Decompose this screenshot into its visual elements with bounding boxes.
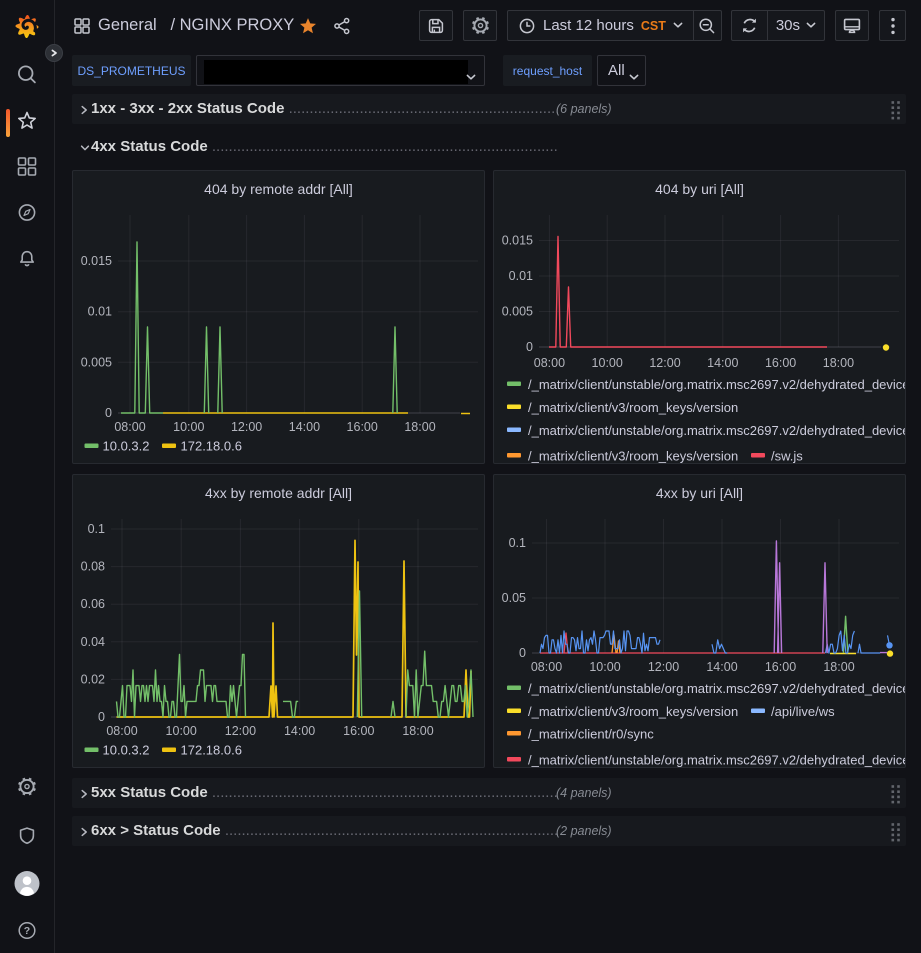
svg-text:08:00: 08:00 bbox=[114, 420, 145, 434]
svg-text:0.01: 0.01 bbox=[509, 269, 533, 283]
svg-text:16:00: 16:00 bbox=[765, 660, 796, 674]
svg-text:0.04: 0.04 bbox=[81, 635, 105, 649]
svg-text:/api/live/ws: /api/live/ws bbox=[771, 704, 835, 719]
svg-text:14:00: 14:00 bbox=[706, 660, 737, 674]
svg-text:08:00: 08:00 bbox=[106, 724, 137, 738]
svg-text:/_matrix/client/unstable/org.m: /_matrix/client/unstable/org.matrix.msc2… bbox=[528, 423, 906, 438]
svg-text:0.02: 0.02 bbox=[81, 672, 105, 686]
svg-text:10:00: 10:00 bbox=[166, 724, 197, 738]
svg-text:10.0.3.2: 10.0.3.2 bbox=[103, 743, 150, 758]
svg-text:0.005: 0.005 bbox=[81, 355, 112, 369]
svg-text:0.005: 0.005 bbox=[502, 305, 533, 319]
svg-text:172.18.0.6: 172.18.0.6 bbox=[181, 439, 242, 454]
svg-text:/_matrix/client/unstable/org.m: /_matrix/client/unstable/org.matrix.msc2… bbox=[528, 681, 906, 696]
svg-text:/_matrix/client/v3/room_keys/v: /_matrix/client/v3/room_keys/version bbox=[528, 400, 738, 415]
svg-text:/_matrix/client/r0/sync: /_matrix/client/r0/sync bbox=[528, 727, 654, 742]
svg-text:10:00: 10:00 bbox=[589, 660, 620, 674]
svg-text:0: 0 bbox=[526, 340, 533, 354]
svg-text:12:00: 12:00 bbox=[648, 660, 679, 674]
svg-text:0.015: 0.015 bbox=[502, 234, 533, 248]
svg-text:14:00: 14:00 bbox=[289, 420, 320, 434]
svg-text:10:00: 10:00 bbox=[173, 420, 204, 434]
svg-text:0.1: 0.1 bbox=[509, 536, 526, 550]
svg-text:/_matrix/client/unstable/org.m: /_matrix/client/unstable/org.matrix.msc2… bbox=[528, 753, 906, 768]
svg-text:18:00: 18:00 bbox=[404, 420, 435, 434]
svg-text:16:00: 16:00 bbox=[765, 356, 796, 370]
svg-text:18:00: 18:00 bbox=[823, 356, 854, 370]
svg-text:10:00: 10:00 bbox=[592, 356, 623, 370]
svg-text:0.1: 0.1 bbox=[88, 522, 105, 536]
svg-text:10.0.3.2: 10.0.3.2 bbox=[103, 439, 150, 454]
svg-text:16:00: 16:00 bbox=[343, 724, 374, 738]
svg-text:0.06: 0.06 bbox=[81, 597, 105, 611]
svg-text:12:00: 12:00 bbox=[649, 356, 680, 370]
svg-text:/_matrix/client/v3/room_keys/v: /_matrix/client/v3/room_keys/version bbox=[528, 704, 738, 719]
svg-text:12:00: 12:00 bbox=[225, 724, 256, 738]
svg-text:18:00: 18:00 bbox=[402, 724, 433, 738]
svg-text:14:00: 14:00 bbox=[284, 724, 315, 738]
svg-text:14:00: 14:00 bbox=[707, 356, 738, 370]
svg-text:0: 0 bbox=[98, 710, 105, 724]
svg-text:16:00: 16:00 bbox=[347, 420, 378, 434]
svg-text:0.08: 0.08 bbox=[81, 560, 105, 574]
svg-text:/sw.js: /sw.js bbox=[771, 449, 803, 464]
svg-text:0.05: 0.05 bbox=[502, 591, 526, 605]
svg-text:/_matrix/client/unstable/org.m: /_matrix/client/unstable/org.matrix.msc2… bbox=[528, 377, 906, 392]
svg-text:0: 0 bbox=[519, 646, 526, 660]
svg-text:172.18.0.6: 172.18.0.6 bbox=[181, 743, 242, 758]
svg-text:/_matrix/client/v3/room_keys/v: /_matrix/client/v3/room_keys/version bbox=[528, 449, 738, 464]
svg-text:0: 0 bbox=[105, 406, 112, 420]
svg-text:08:00: 08:00 bbox=[534, 356, 565, 370]
svg-text:0.01: 0.01 bbox=[88, 305, 112, 319]
svg-text:?: ? bbox=[24, 925, 30, 937]
svg-text:0.015: 0.015 bbox=[81, 254, 112, 268]
svg-text:18:00: 18:00 bbox=[823, 660, 854, 674]
svg-text:12:00: 12:00 bbox=[231, 420, 262, 434]
svg-text:08:00: 08:00 bbox=[531, 660, 562, 674]
